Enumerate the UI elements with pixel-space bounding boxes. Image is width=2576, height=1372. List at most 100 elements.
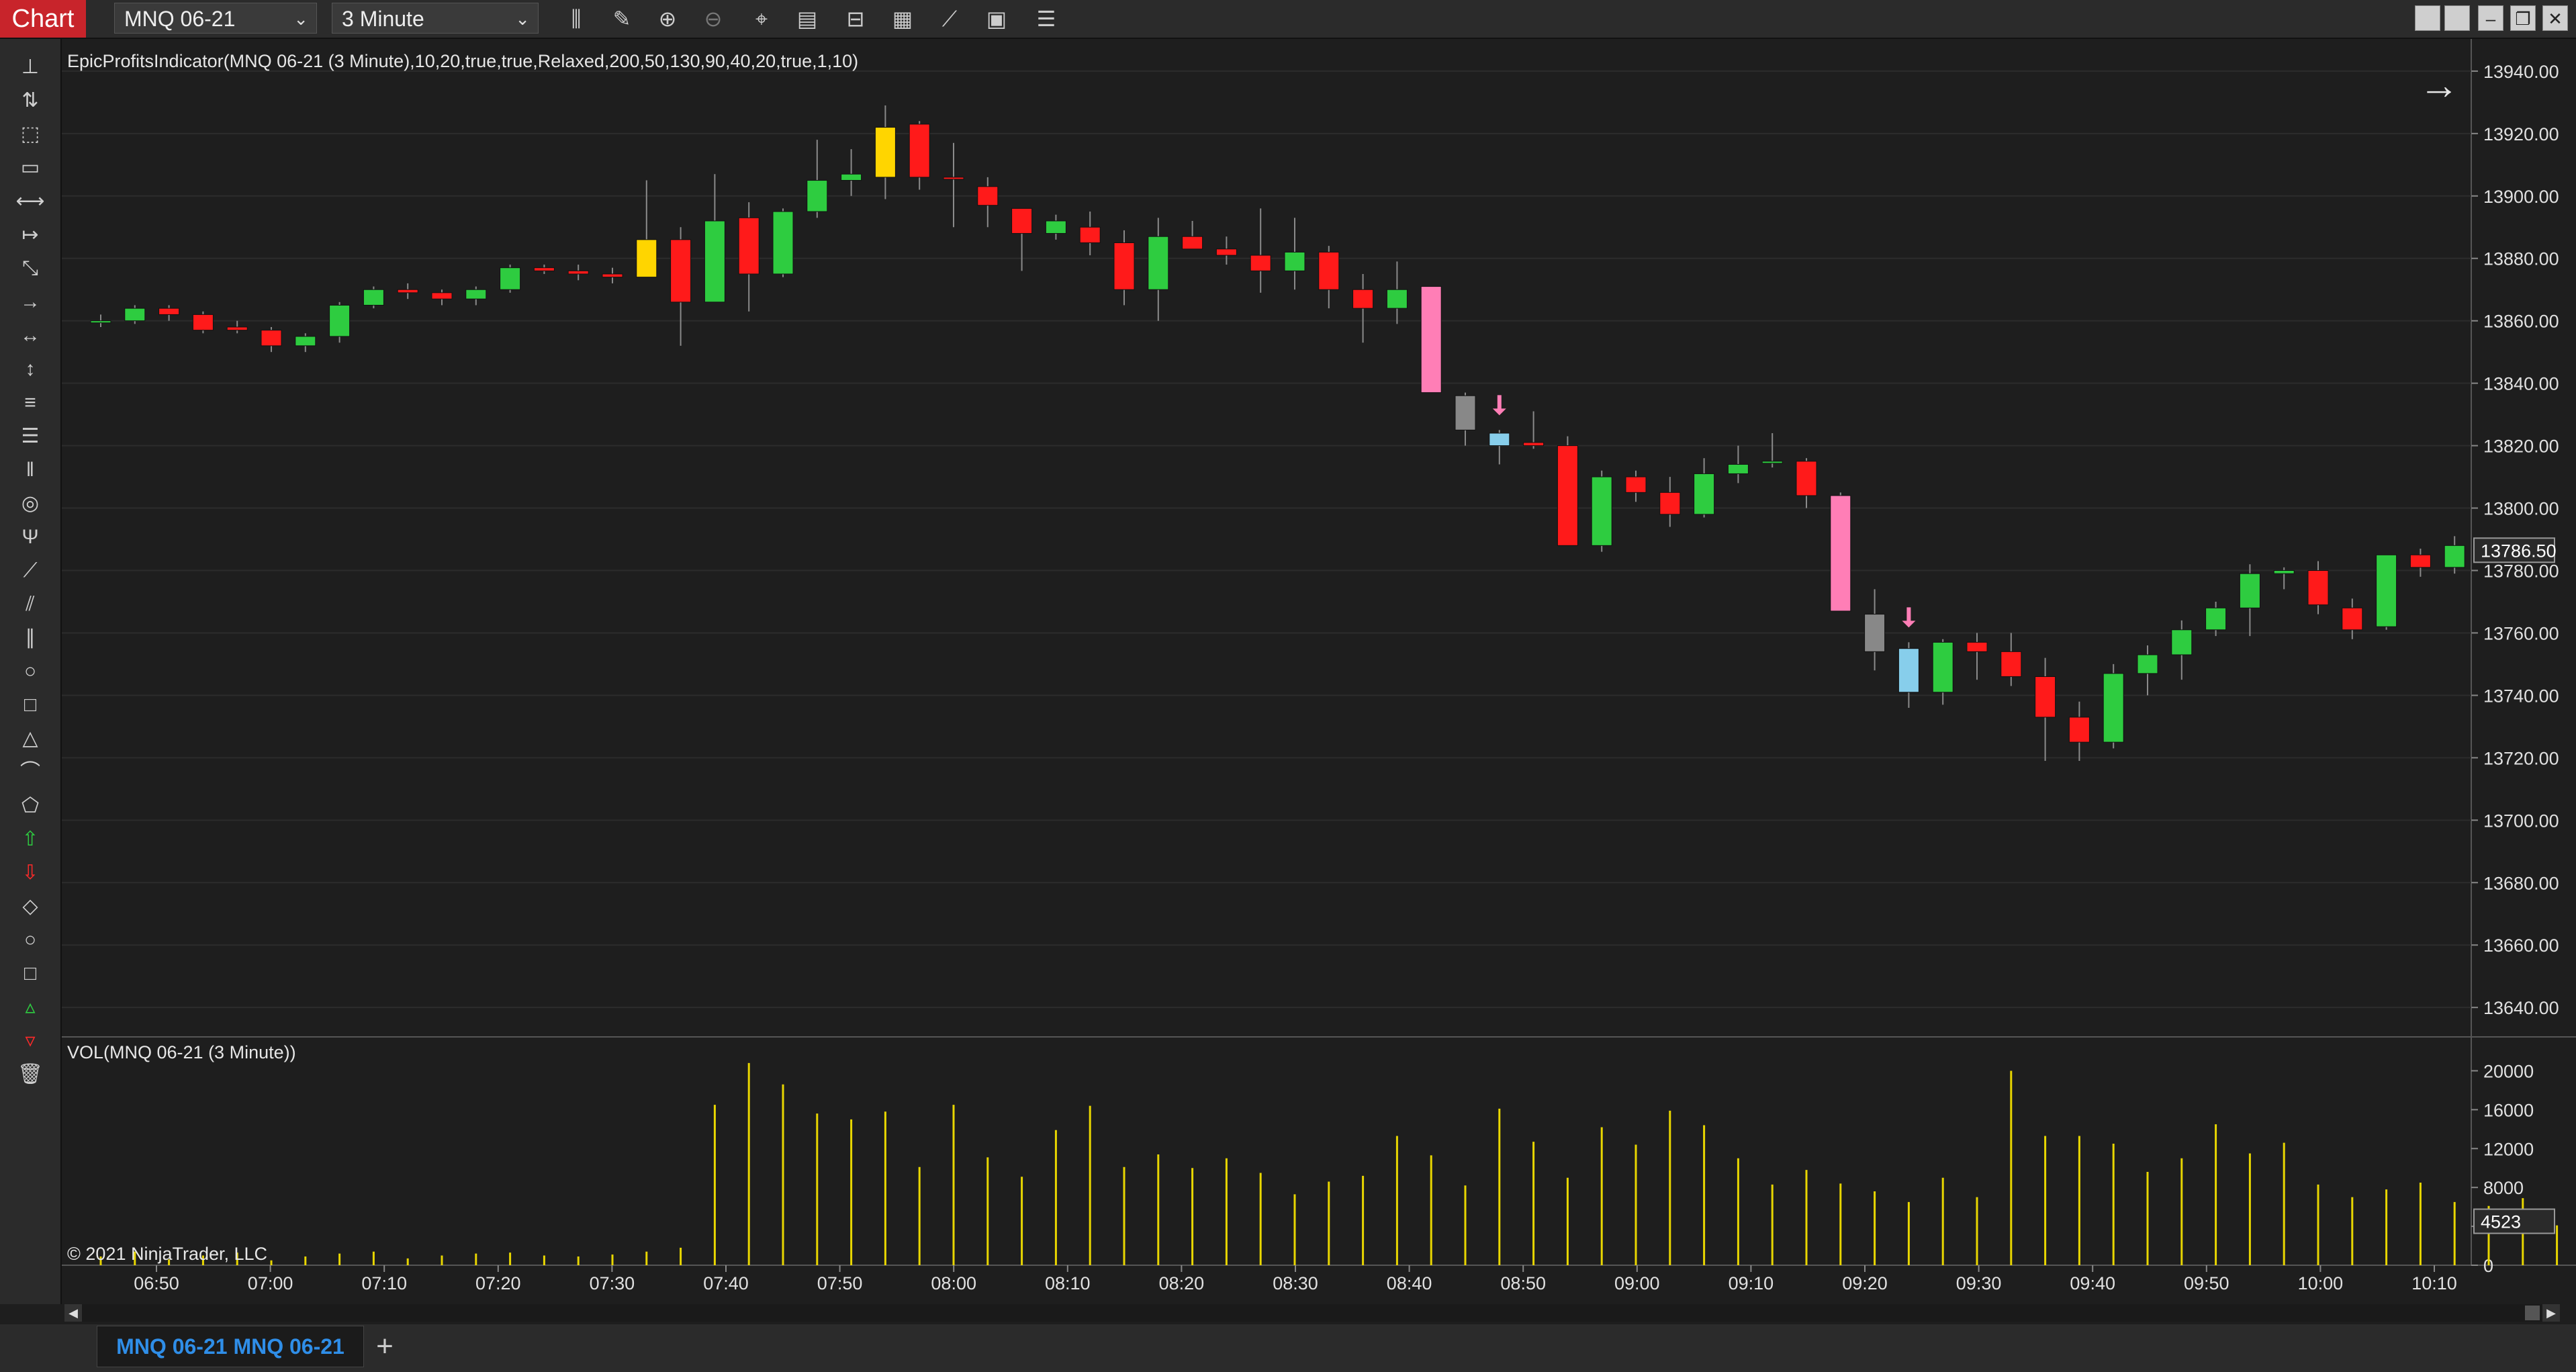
candle-body xyxy=(1386,289,1408,309)
time-tick-label: 10:10 xyxy=(2411,1273,2457,1293)
candle-body xyxy=(704,220,725,303)
candle-body xyxy=(1250,255,1271,271)
polygon-icon[interactable]: ⬠ xyxy=(15,792,46,819)
horizontal-scrollbar[interactable] xyxy=(64,1304,2560,1322)
arrow-down-icon[interactable]: ⇩ xyxy=(15,860,46,886)
maximize-icon[interactable]: ❐ xyxy=(2510,5,2536,31)
extended-line-icon[interactable]: ⤡ xyxy=(15,255,46,282)
price-tick-label: 13780.00 xyxy=(2483,561,2559,582)
regression-channel-icon[interactable]: ⫽ xyxy=(15,591,46,618)
dot-icon[interactable]: ○ xyxy=(15,927,46,954)
restore-icon[interactable] xyxy=(2444,5,2470,31)
minimize-icon[interactable]: – xyxy=(2478,5,2503,31)
vertical-line-icon[interactable]: ↕ xyxy=(15,356,46,383)
andrews-pitchfork-icon[interactable]: Ψ xyxy=(15,524,46,551)
candle-body xyxy=(1455,395,1476,430)
add-tab-button[interactable]: + xyxy=(368,1330,402,1363)
tab-mnq[interactable]: MNQ 06-21 MNQ 06-21 xyxy=(97,1326,364,1367)
more-icon[interactable]: ☰ xyxy=(1031,5,1061,32)
volume-indicator-label: VOL(MNQ 06-21 (3 Minute)) xyxy=(67,1042,296,1062)
candle-body xyxy=(1148,236,1169,290)
candle-body xyxy=(1727,463,1749,474)
interval-selector[interactable]: 3 Minute ⌄ xyxy=(332,3,539,34)
candle-body xyxy=(1591,476,1612,546)
price-tick-label: 13920.00 xyxy=(2483,124,2559,144)
square-icon[interactable]: □ xyxy=(15,960,46,987)
candle-body xyxy=(1761,461,1783,464)
zoom-out-icon[interactable]: ⊖ xyxy=(698,5,728,32)
trend-channel-icon[interactable]: ∥ xyxy=(15,625,46,651)
chevron-down-icon: ⌄ xyxy=(293,9,308,29)
line-icon[interactable]: ⟷ xyxy=(15,188,46,215)
indicators-icon[interactable]: ⟋ xyxy=(935,5,964,32)
scroll-left-icon[interactable]: ◀ xyxy=(64,1304,82,1322)
close-icon[interactable]: ✕ xyxy=(2542,5,2568,31)
candle-body xyxy=(1523,442,1545,447)
trash-icon[interactable]: 🗑 xyxy=(15,1061,46,1088)
triangle-icon[interactable]: △ xyxy=(15,725,46,752)
triangle-up-icon[interactable]: ▵ xyxy=(15,994,46,1021)
price-tick-label: 13700.00 xyxy=(2483,811,2559,831)
chevron-down-icon: ⌄ xyxy=(515,9,530,29)
scroll-to-latest-icon[interactable]: → xyxy=(2419,62,2459,108)
price-tick-label: 13880.00 xyxy=(2483,249,2559,269)
candle-body xyxy=(1318,251,1340,290)
horizontal-line-icon[interactable]: ↔ xyxy=(15,322,46,349)
scroll-right-icon[interactable]: ▶ xyxy=(2542,1304,2560,1322)
restore-icon[interactable] xyxy=(2415,5,2440,31)
price-tick-label: 13740.00 xyxy=(2483,686,2559,706)
price-tick-label: 13720.00 xyxy=(2483,748,2559,768)
last-volume-label: 4523 xyxy=(2481,1212,2521,1232)
instrument-selector[interactable]: MNQ 06-21 ⌄ xyxy=(114,3,317,34)
strategies-icon[interactable]: ▦ xyxy=(888,5,917,32)
candle-body xyxy=(1966,641,1988,652)
candle-body xyxy=(533,267,555,271)
candle-body xyxy=(158,308,180,315)
data-box-icon[interactable]: ▤ xyxy=(792,5,822,32)
ruler-icon[interactable]: ⊥ xyxy=(15,54,46,81)
arc-icon[interactable]: ⌒ xyxy=(15,759,46,786)
diamond-icon[interactable]: ◇ xyxy=(15,893,46,920)
candle-body xyxy=(2273,570,2295,574)
time-tick-label: 08:50 xyxy=(1500,1273,1546,1293)
triangle-down-icon[interactable]: ▿ xyxy=(15,1027,46,1054)
scrollbar-thumb[interactable] xyxy=(2525,1306,2540,1320)
pencil-icon[interactable]: ✎ xyxy=(607,5,637,32)
ellipse-icon[interactable]: ○ xyxy=(15,658,46,685)
candle-body xyxy=(431,292,453,300)
candle-body xyxy=(1420,286,1442,394)
price-tick-label: 13900.00 xyxy=(2483,187,2559,207)
candle-body xyxy=(2444,545,2465,568)
fibonacci-circle-icon[interactable]: ◎ xyxy=(15,490,46,517)
candle-body xyxy=(363,289,384,306)
chart-canvas[interactable]: 13940.00 13920.00 13900.00 13880.00 13860.00… xyxy=(62,39,2576,1304)
time-tick-label: 09:10 xyxy=(1729,1273,1774,1293)
fibonacci-extension-icon[interactable]: ☰ xyxy=(15,423,46,450)
templates-icon[interactable]: ▣ xyxy=(982,5,1011,32)
time-tick-label: 07:20 xyxy=(475,1273,521,1293)
gann-fan-icon[interactable]: ⟋ xyxy=(15,557,46,584)
price-panel xyxy=(62,39,2471,1036)
region-highlight-y-icon[interactable]: ⬚ xyxy=(15,121,46,148)
fibonacci-time-icon[interactable]: ‖ xyxy=(15,457,46,484)
properties-icon[interactable]: ⊟ xyxy=(841,5,870,32)
candle-body xyxy=(1694,473,1715,515)
candle-body xyxy=(2000,651,2022,678)
bar-type-icon[interactable]: ⫼ xyxy=(561,5,591,32)
rectangle-icon[interactable]: □ xyxy=(15,692,46,719)
candle-body xyxy=(1045,220,1066,234)
price-tick-label: 13940.00 xyxy=(2483,62,2559,82)
arrow-up-icon[interactable]: ⇧ xyxy=(15,826,46,853)
region-highlight-x-icon[interactable]: ▭ xyxy=(15,154,46,181)
arrow-line-icon[interactable]: → xyxy=(15,289,46,316)
window-title[interactable]: Chart xyxy=(0,0,86,38)
candle-body xyxy=(977,186,999,206)
fibonacci-retracement-icon[interactable]: ≡ xyxy=(15,390,46,416)
risk-reward-icon[interactable]: ⇅ xyxy=(15,87,46,114)
ray-icon[interactable]: ↦ xyxy=(15,222,46,248)
candle-body xyxy=(807,180,828,212)
zoom-in-icon[interactable]: ⊕ xyxy=(653,5,682,32)
candle-body xyxy=(943,177,964,180)
chart-panel[interactable]: 13940.00 13920.00 13900.00 13880.00 13860.00… xyxy=(62,39,2576,1304)
crosshair-icon[interactable]: ⌖ xyxy=(747,5,776,32)
